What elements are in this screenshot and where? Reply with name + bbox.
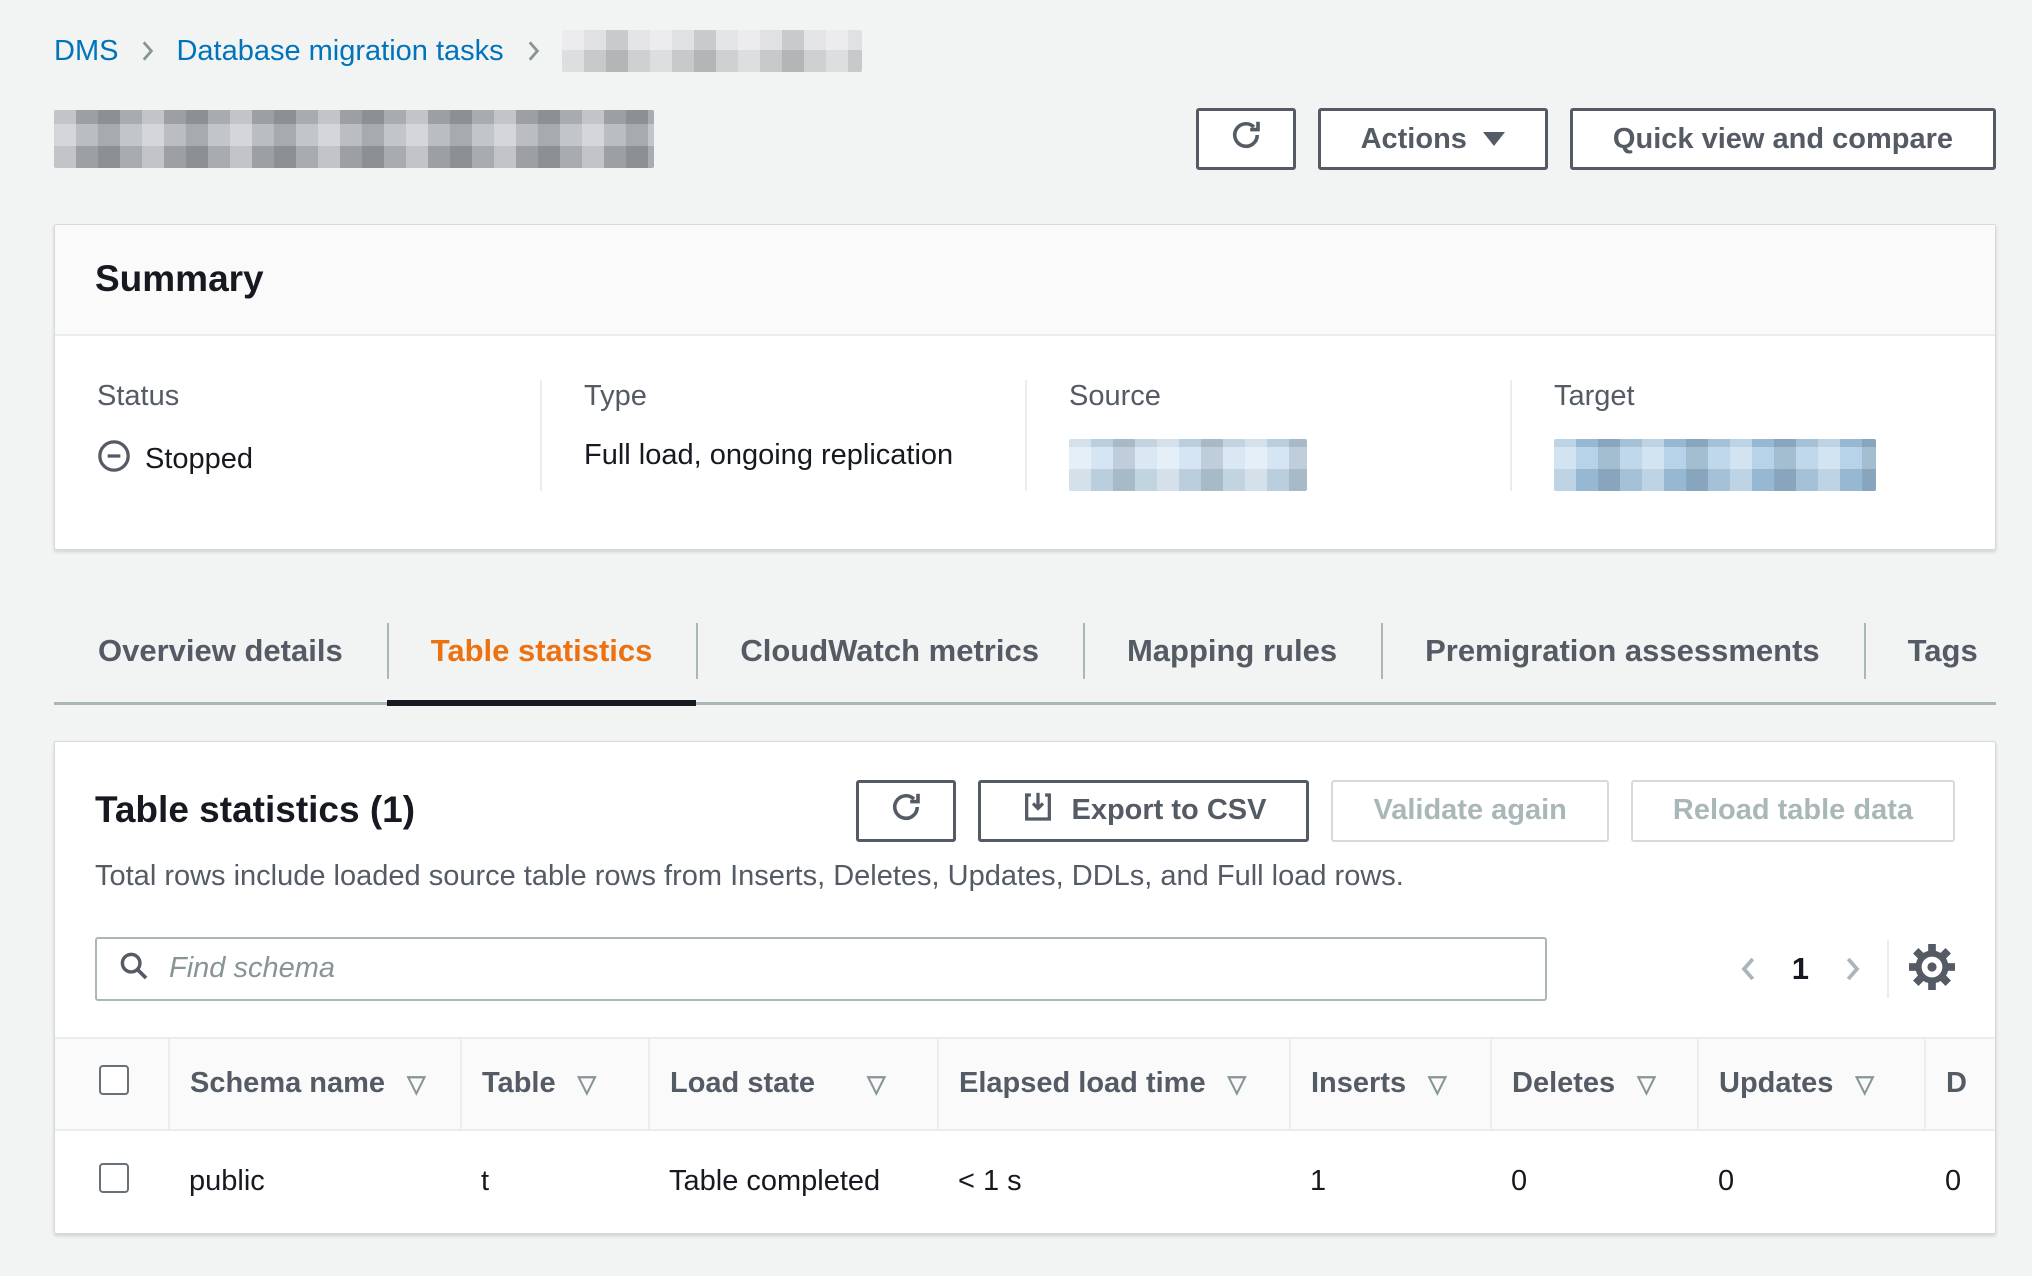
actions-button[interactable]: Actions xyxy=(1318,108,1548,170)
select-all-checkbox[interactable] xyxy=(99,1065,129,1095)
breadcrumb-task-name-redacted xyxy=(562,30,862,72)
schema-search xyxy=(95,937,1547,1001)
settings-gear-button[interactable] xyxy=(1909,944,1955,993)
table-statistics-table: Schema name ▽ Table ▽ Load state ▽ Elaps… xyxy=(55,1037,1995,1233)
refresh-icon xyxy=(888,789,924,833)
validate-again-label: Validate again xyxy=(1373,794,1566,827)
gear-icon xyxy=(1909,944,1955,993)
table-statistics-card: Table statistics (1) xyxy=(54,741,1996,1234)
refresh-button[interactable] xyxy=(1196,108,1296,170)
column-header-schema-name: Schema name ▽ xyxy=(169,1038,461,1130)
tab-cloudwatch-metrics[interactable]: CloudWatch metrics xyxy=(696,618,1083,684)
cell-load-state: Table completed xyxy=(649,1130,938,1233)
sort-icon[interactable]: ▽ xyxy=(1428,1071,1446,1098)
sort-icon[interactable]: ▽ xyxy=(578,1071,596,1098)
actions-button-label: Actions xyxy=(1361,123,1467,156)
previous-page-button[interactable] xyxy=(1734,954,1764,984)
table-header-row: Schema name ▽ Table ▽ Load state ▽ Elaps… xyxy=(55,1038,1995,1130)
quick-view-compare-button[interactable]: Quick view and compare xyxy=(1570,108,1996,170)
sort-icon[interactable]: ▽ xyxy=(867,1071,885,1098)
refresh-icon xyxy=(1228,117,1264,161)
chevron-right-icon xyxy=(134,38,160,64)
quick-view-compare-label: Quick view and compare xyxy=(1613,123,1953,156)
table-statistics-title: Table statistics (1) xyxy=(95,790,415,831)
download-icon xyxy=(1021,790,1055,832)
reload-table-data-button[interactable]: Reload table data xyxy=(1631,780,1955,842)
column-header-load-state: Load state ▽ xyxy=(649,1038,938,1130)
current-page-number[interactable]: 1 xyxy=(1792,951,1809,987)
task-detail-tabs: Overview details Table statistics CloudW… xyxy=(54,618,1996,705)
status-text: Stopped xyxy=(145,443,253,476)
sort-icon[interactable]: ▽ xyxy=(1228,1071,1246,1098)
column-header-inserts: Inserts ▽ xyxy=(1290,1038,1491,1130)
sort-icon[interactable]: ▽ xyxy=(407,1071,425,1098)
summary-title: Summary xyxy=(95,259,1955,300)
type-label: Type xyxy=(584,380,983,413)
status-value: Stopped xyxy=(97,439,498,481)
type-value: Full load, ongoing replication xyxy=(584,439,983,472)
stopped-icon xyxy=(97,439,131,481)
page-title-redacted xyxy=(54,110,654,168)
caret-down-icon xyxy=(1483,132,1505,146)
sort-icon[interactable]: ▽ xyxy=(1855,1071,1873,1098)
page-header: Actions Quick view and compare xyxy=(54,108,1996,170)
tab-mapping-rules[interactable]: Mapping rules xyxy=(1083,618,1381,684)
summary-field-source: Source xyxy=(1025,380,1510,491)
chevron-right-icon xyxy=(520,38,546,64)
next-page-button[interactable] xyxy=(1837,954,1867,984)
dms-task-page: DMS Database migration tasks Actions xyxy=(0,0,2032,1276)
table-toolbar: 1 xyxy=(95,937,1955,1001)
cell-updates: 0 xyxy=(1698,1130,1925,1233)
validate-again-button[interactable]: Validate again xyxy=(1331,780,1608,842)
cell-deletes: 0 xyxy=(1491,1130,1698,1233)
table-refresh-button[interactable] xyxy=(856,780,956,842)
table-row: public t Table completed < 1 s 1 0 0 0 xyxy=(55,1130,1995,1233)
breadcrumb-link-dms[interactable]: DMS xyxy=(54,35,118,68)
header-actions: Actions Quick view and compare xyxy=(1196,108,1996,170)
target-label: Target xyxy=(1554,380,1953,413)
summary-field-status: Status Stopped xyxy=(55,380,540,491)
status-label: Status xyxy=(97,380,498,413)
table-statistics-description: Total rows include loaded source table r… xyxy=(95,860,1955,893)
row-checkbox[interactable] xyxy=(99,1163,129,1193)
column-header-truncated: D xyxy=(1925,1038,1995,1130)
breadcrumb: DMS Database migration tasks xyxy=(54,30,1996,72)
cell-elapsed-load-time: < 1 s xyxy=(938,1130,1290,1233)
cell-truncated: 0 xyxy=(1925,1130,1995,1233)
column-header-elapsed-load-time: Elapsed load time ▽ xyxy=(938,1038,1290,1130)
search-input[interactable] xyxy=(167,951,1525,986)
table-statistics-actions: Export to CSV Validate again Reload tabl… xyxy=(856,780,1955,842)
tab-premigration-assessments[interactable]: Premigration assessments xyxy=(1381,618,1864,684)
export-to-csv-button[interactable]: Export to CSV xyxy=(978,780,1309,842)
target-value xyxy=(1554,439,1953,491)
export-to-csv-label: Export to CSV xyxy=(1071,794,1266,827)
sort-icon[interactable]: ▽ xyxy=(1637,1071,1655,1098)
breadcrumb-link-tasks[interactable]: Database migration tasks xyxy=(176,35,503,68)
target-link-redacted[interactable] xyxy=(1554,439,1876,491)
reload-table-data-label: Reload table data xyxy=(1673,794,1913,827)
summary-card: Summary Status Stopped Type Full load, xyxy=(54,224,1996,550)
summary-field-type: Type Full load, ongoing replication xyxy=(540,380,1025,491)
summary-card-header: Summary xyxy=(55,225,1995,336)
column-header-updates: Updates ▽ xyxy=(1698,1038,1925,1130)
tab-table-statistics[interactable]: Table statistics xyxy=(387,618,697,684)
tab-overview-details[interactable]: Overview details xyxy=(54,618,387,684)
source-label: Source xyxy=(1069,380,1468,413)
tabs-divider xyxy=(54,702,1996,705)
cell-inserts: 1 xyxy=(1290,1130,1491,1233)
cell-schema-name: public xyxy=(169,1130,461,1233)
summary-grid: Status Stopped Type Full load, ongoing r… xyxy=(55,336,1995,549)
cell-table: t xyxy=(461,1130,649,1233)
column-header-deletes: Deletes ▽ xyxy=(1491,1038,1698,1130)
tab-tags[interactable]: Tags xyxy=(1864,618,2022,684)
search-icon xyxy=(117,949,151,988)
summary-field-target: Target xyxy=(1510,380,1995,491)
source-link-redacted[interactable] xyxy=(1069,439,1307,491)
source-value xyxy=(1069,439,1468,491)
column-header-table: Table ▽ xyxy=(461,1038,649,1130)
pagination: 1 xyxy=(1734,951,1867,987)
toolbar-divider xyxy=(1887,940,1889,998)
